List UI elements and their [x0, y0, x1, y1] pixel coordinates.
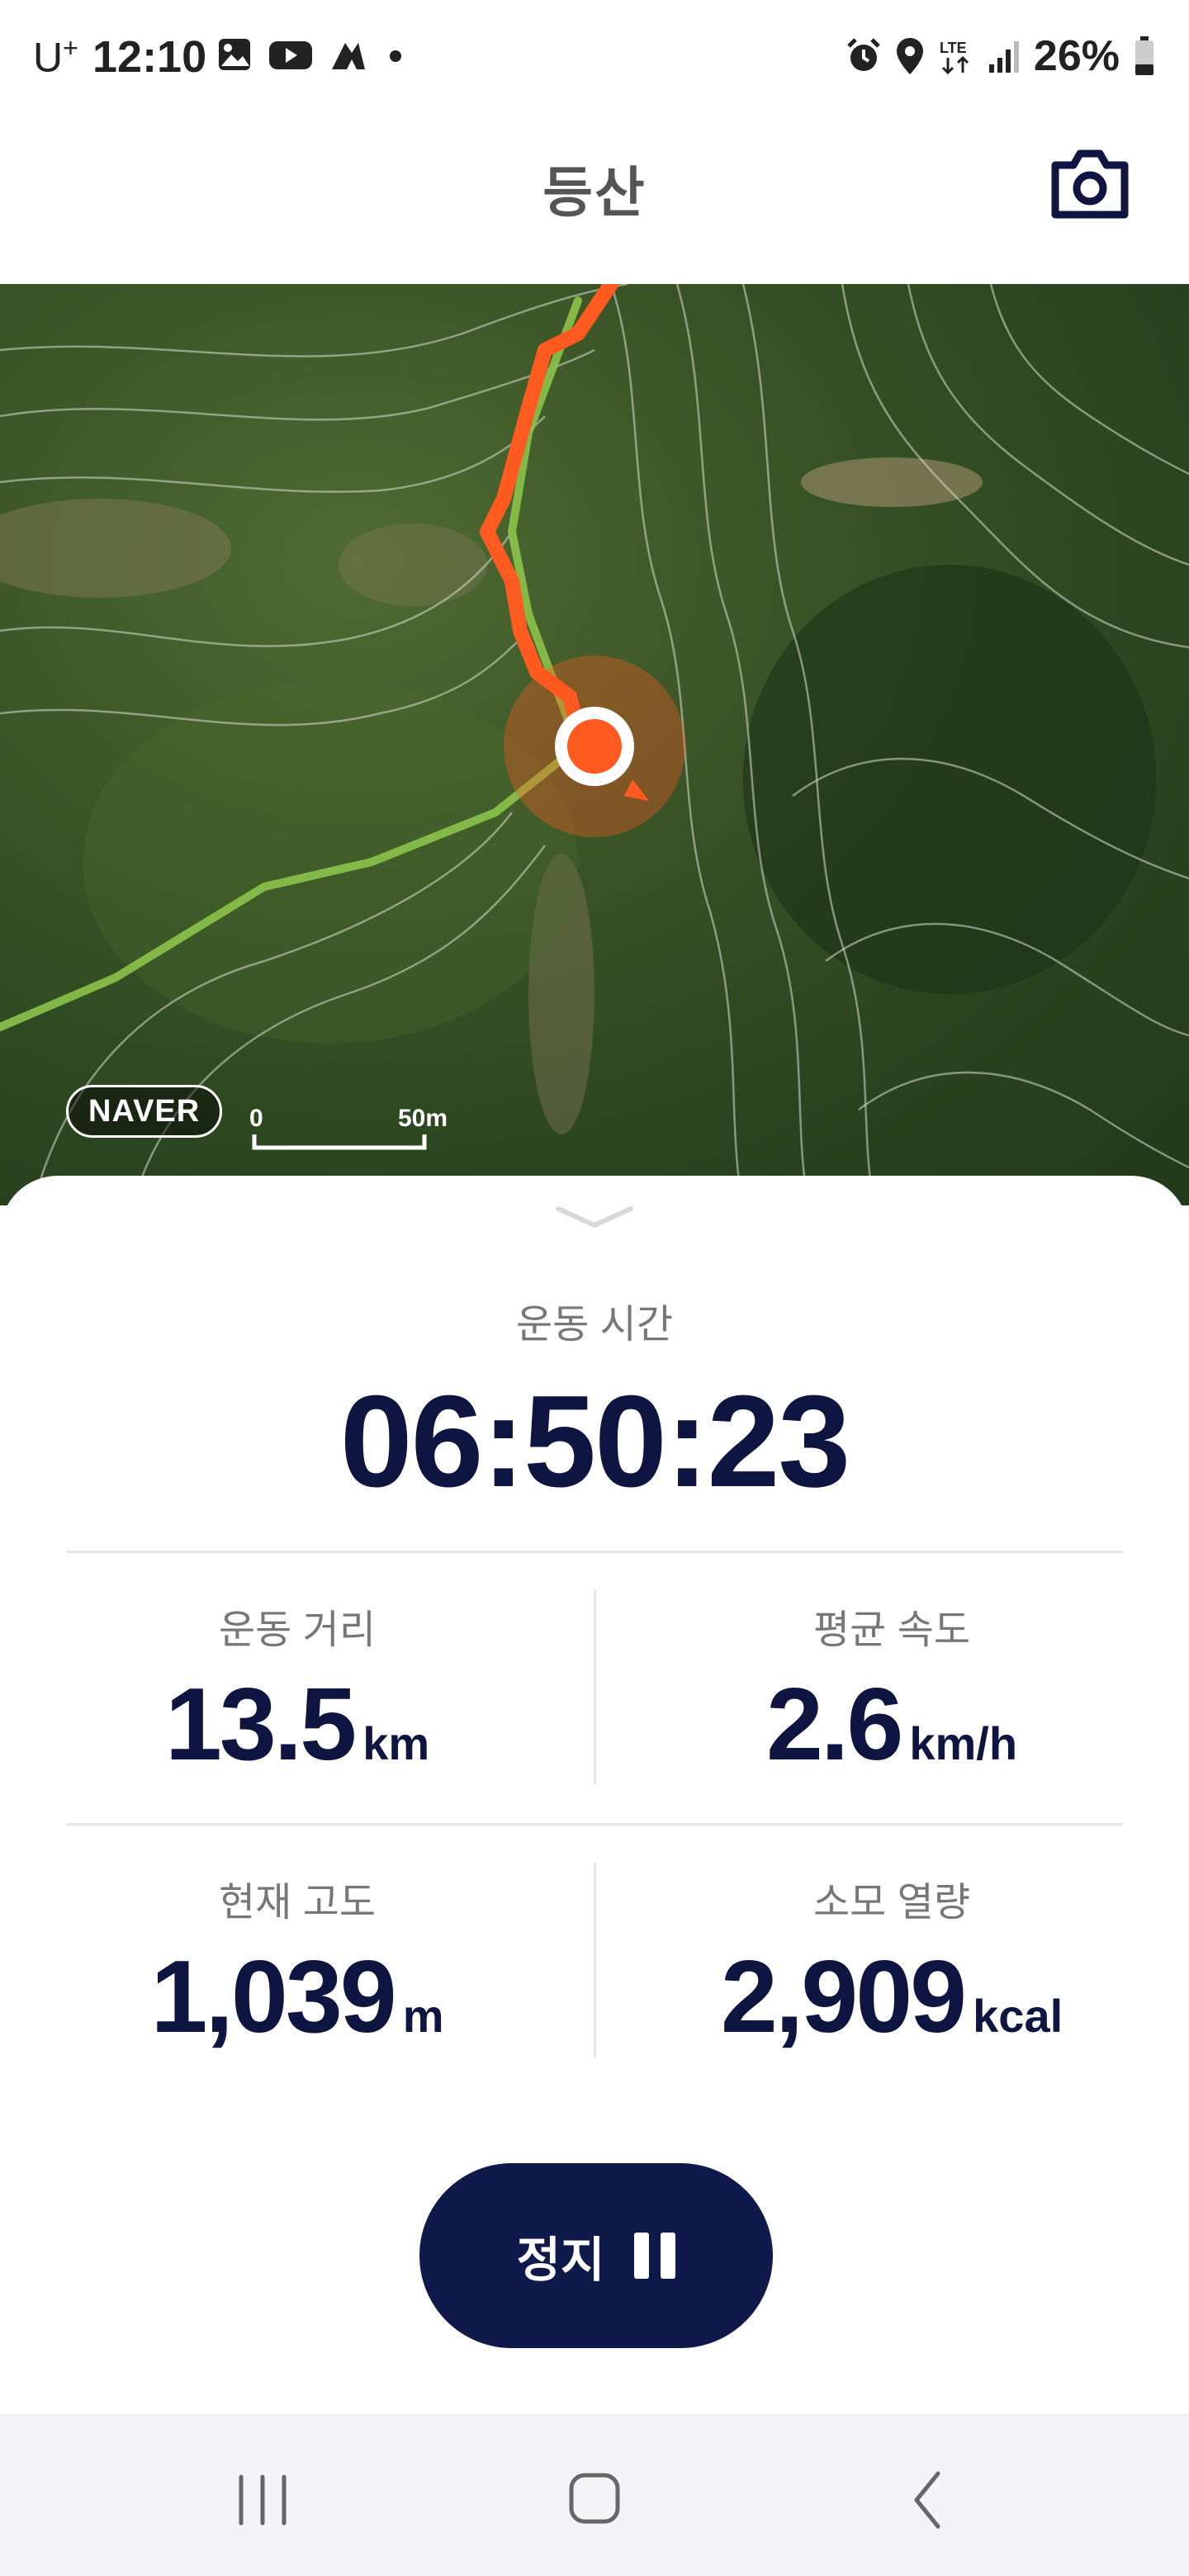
recent-apps-icon[interactable] [221, 2462, 304, 2536]
page-title: 등산 [542, 162, 647, 223]
avg-speed-unit: km/h [909, 1717, 1018, 1769]
location-icon [896, 38, 923, 74]
back-icon[interactable] [887, 2462, 969, 2536]
avg-speed-label: 평균 속도 [813, 1608, 970, 1652]
notification-icons [216, 36, 408, 73]
camera-button[interactable] [1049, 147, 1131, 221]
workout-time-label: 운동 시간 [516, 1303, 673, 1347]
altitude-unit: m [402, 1990, 444, 2042]
calories-value: 2,909 [720, 1940, 967, 2054]
calories-stat: 소모 열량 2,909 kcal [628, 1869, 1156, 2056]
stop-button[interactable]: 정지 [419, 2163, 773, 2348]
workout-time-value: 06:50:23 [339, 1369, 850, 1514]
app-icon [332, 43, 365, 69]
workout-stats-sheet: 운동 시간 06:50:23 운동 거리 13.5 km 평균 속도 2.6 km/… [0, 1176, 1189, 2414]
avg-speed-stat: 평균 속도 2.6 km/h [628, 1597, 1156, 1783]
distance-label: 운동 거리 [219, 1608, 376, 1652]
scale-end-label: 50m [398, 1105, 448, 1132]
stop-button-label: 정지 [516, 2233, 605, 2287]
gallery-icon [219, 39, 250, 70]
distance-unit: km [362, 1717, 430, 1769]
terrain-layer [0, 284, 1189, 1205]
status-bar: U+ 12:10 LTE 26% [0, 0, 1189, 112]
avg-speed-value: 2.6 [765, 1668, 903, 1782]
scale-start-label: 0 [249, 1105, 263, 1132]
collapse-chevron-icon[interactable] [553, 1200, 636, 1234]
distance-stat: 운동 거리 13.5 km [33, 1597, 561, 1783]
naver-logo: NAVER [66, 1085, 223, 1138]
alarm-icon [847, 38, 880, 71]
battery-percent: 26% [1033, 32, 1120, 80]
carrier-label: U+ [33, 33, 78, 81]
youtube-icon [269, 41, 312, 69]
battery-icon [1135, 36, 1153, 75]
stats-divider [66, 1551, 1123, 1553]
system-nav-bar [0, 2414, 1189, 2576]
pause-icon [634, 2233, 676, 2279]
system-icons: LTE 26% [846, 31, 1156, 81]
camera-icon [1051, 149, 1129, 219]
distance-value: 13.5 [164, 1668, 357, 1782]
altitude-stat: 현재 고도 1,039 m [33, 1869, 561, 2056]
dot-icon [390, 50, 401, 62]
stats-divider [66, 1823, 1123, 1825]
status-time: 12:10 [92, 32, 207, 82]
calories-unit: kcal [973, 1990, 1063, 2042]
home-icon[interactable] [553, 2462, 636, 2536]
signal-icon [988, 41, 1019, 73]
svg-text:LTE: LTE [940, 40, 967, 56]
lte-icon: LTE [940, 40, 969, 75]
stats-column-divider [594, 1863, 596, 2057]
map-view[interactable] [0, 284, 1189, 1205]
calories-label: 소모 열량 [813, 1881, 970, 1925]
altitude-value: 1,039 [150, 1940, 396, 2054]
app-header: 등산 [0, 112, 1189, 284]
altitude-label: 현재 고도 [219, 1881, 376, 1925]
stats-column-divider [594, 1590, 596, 1785]
